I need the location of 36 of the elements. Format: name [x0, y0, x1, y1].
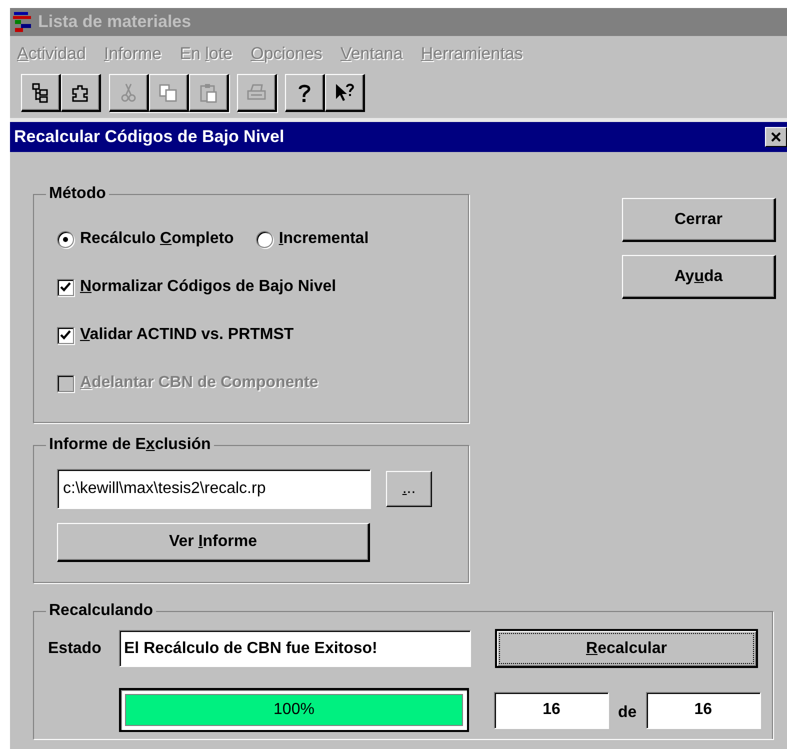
toolbar-button[interactable]: [61, 74, 101, 112]
radio-button[interactable]: [256, 230, 273, 248]
copy-icon: [158, 82, 180, 104]
of-label: de: [618, 703, 637, 723]
group-title: Informe de Exclusión: [48, 435, 212, 455]
option-label: Adelantar CBN de Componente: [80, 373, 318, 393]
option-label: Normalizar Códigos de Bajo Nivel: [80, 277, 336, 297]
dialog-title: Recalcular Códigos de Bajo Nivel: [14, 126, 284, 148]
dialog-button[interactable]: Ayuda: [622, 255, 776, 299]
option-label: Validar ACTIND vs. PRTMST: [80, 325, 294, 345]
close-icon: [771, 132, 781, 142]
toolbar-button[interactable]: [325, 74, 365, 112]
path-field[interactable]: c:\kewill\max\tesis2\recalc.rp: [57, 469, 371, 509]
pointer-question-icon: [334, 82, 356, 104]
toolbar-button[interactable]: [21, 74, 61, 112]
checkbox[interactable]: [57, 326, 74, 344]
view-report-button[interactable]: Ver Informe: [57, 523, 370, 562]
option-label: Incremental: [278, 229, 369, 249]
radio-button[interactable]: [57, 230, 74, 248]
group-title: Método: [48, 184, 107, 204]
toolbar-button[interactable]: [285, 74, 325, 112]
status-label: Estado: [48, 638, 102, 658]
option-label: Recálculo Completo: [80, 229, 234, 249]
progress-text: 100%: [272, 700, 316, 720]
status-field: El Recálculo de CBN fue Exitoso!: [119, 630, 471, 667]
count-field: 16: [494, 692, 609, 728]
dialog-button[interactable]: Cerrar: [622, 198, 776, 242]
window-title: Lista de materiales: [38, 11, 192, 34]
recalculate-button[interactable]: Recalcular: [495, 629, 758, 668]
clipboard-icon: [198, 82, 220, 104]
close-button[interactable]: [765, 127, 787, 147]
checkbox[interactable]: [57, 278, 74, 296]
app-icon: [12, 11, 34, 33]
group-title: Recalculando: [48, 601, 154, 621]
browse-button[interactable]: ...: [386, 471, 432, 507]
total-field: 16: [646, 692, 761, 728]
